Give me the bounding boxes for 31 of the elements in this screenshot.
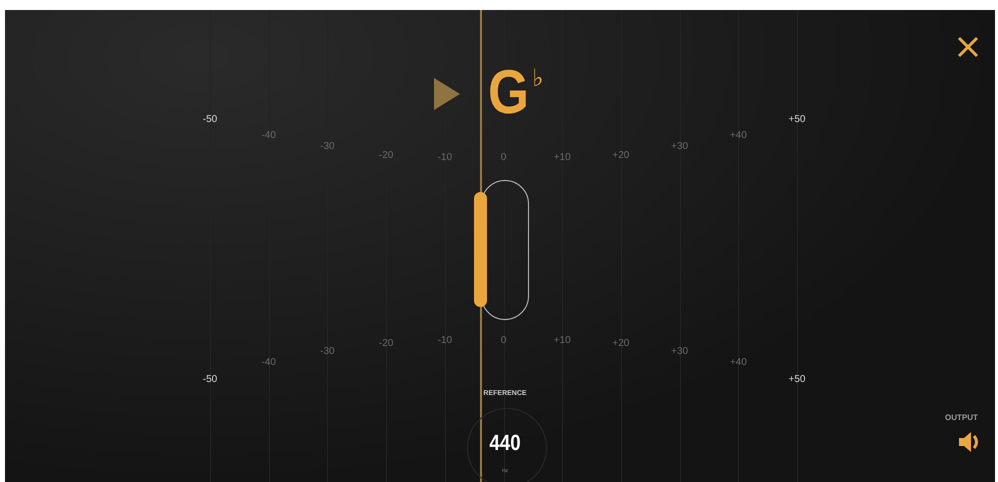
scale-label: +50	[788, 114, 806, 125]
play-icon	[432, 76, 462, 112]
close-button[interactable]	[955, 34, 981, 60]
note-letter: G	[488, 62, 529, 124]
output-label: OUTPUT	[945, 413, 978, 422]
scale-label: 0	[500, 335, 506, 346]
scale-label: +50	[788, 374, 806, 385]
scale-label: -20	[378, 150, 394, 161]
scale-label: -10	[438, 335, 452, 346]
scale-label: +30	[671, 346, 688, 357]
scale-label: +40	[730, 130, 747, 141]
scale-label: -10	[438, 152, 452, 163]
reference-value: 440	[489, 430, 521, 456]
scale-label: +20	[612, 338, 630, 349]
scale-label: -30	[320, 141, 335, 152]
reference-dial[interactable]	[467, 408, 547, 482]
scale-label: -40	[261, 130, 276, 141]
close-icon	[955, 34, 981, 60]
scale-label: -50	[202, 374, 218, 385]
scale-label: 0	[500, 152, 506, 163]
scale-label: +20	[612, 150, 630, 161]
scale-label: +40	[730, 357, 747, 368]
play-button[interactable]	[432, 76, 462, 112]
scale-label: +10	[554, 152, 571, 163]
scale-label: -20	[378, 338, 394, 349]
scale-label: -40	[261, 357, 276, 368]
scale-label: -30	[320, 346, 335, 357]
scale-label: +30	[671, 141, 688, 152]
scale-label: -50	[202, 114, 218, 125]
accidental-sign: ♭	[532, 66, 544, 90]
scale-label: +10	[554, 335, 571, 346]
